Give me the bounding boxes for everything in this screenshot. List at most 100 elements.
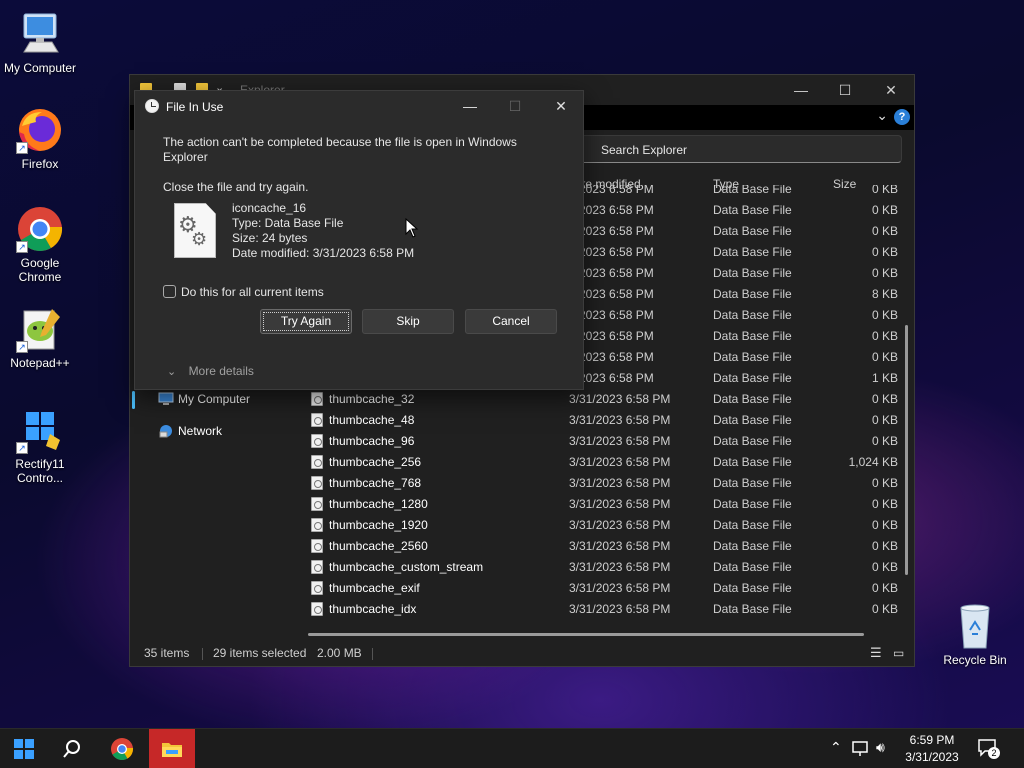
size-cell: 0 KB <box>871 329 898 343</box>
details-view-icon[interactable]: ☰ <box>870 640 888 666</box>
maximize-button[interactable]: ☐ <box>822 75 868 105</box>
size-cell: 0 KB <box>871 308 898 322</box>
horizontal-scrollbar[interactable] <box>308 633 864 636</box>
table-row[interactable]: thumbcache_1920 3/31/2023 6:58 PM Data Bas… <box>300 515 900 536</box>
type-cell: Data Base File <box>713 266 792 280</box>
file-name-cell: thumbcache_idx <box>329 602 417 616</box>
nav-item-label: My Computer <box>178 392 251 406</box>
table-row[interactable]: thumbcache_idx 3/31/2023 6:58 PM Data Base… <box>300 599 900 620</box>
type-cell: Data Base File <box>713 329 792 343</box>
dialog-instruction: Close the file and try again. <box>163 180 309 194</box>
file-icon <box>311 476 323 490</box>
file-icon <box>311 581 323 595</box>
tiles-view-icon[interactable]: ▭ <box>893 640 907 666</box>
notepad-plus-plus-icon: ↗ <box>16 305 64 353</box>
apply-to-all-label[interactable]: Do this for all current items <box>181 284 324 300</box>
dialog-minimize-button[interactable]: — <box>447 93 493 119</box>
size-cell: 0 KB <box>871 203 898 217</box>
file-icon <box>311 434 323 448</box>
table-row[interactable]: thumbcache_2560 3/31/2023 6:58 PM Data Bas… <box>300 536 900 557</box>
nav-item-my-computer[interactable]: My Computer <box>136 388 286 410</box>
clock-icon <box>145 99 159 113</box>
clock-date[interactable]: 3/31/2023 <box>900 750 964 764</box>
date-modified-cell: 3/31/2023 6:58 PM <box>569 434 671 448</box>
size-cell: 0 KB <box>871 434 898 448</box>
dialog-message: The action can't be completed because th… <box>163 135 517 164</box>
item-count: 35 items <box>144 646 190 660</box>
taskbar-chrome[interactable] <box>102 729 142 768</box>
file-icon <box>311 413 323 427</box>
table-row[interactable]: thumbcache_32 3/31/2023 6:58 PM Data Base … <box>300 389 900 410</box>
chevron-down-icon: ⌄ <box>167 366 177 378</box>
size-cell: 0 KB <box>871 518 898 532</box>
chrome-icon <box>111 738 134 760</box>
search-input[interactable] <box>601 141 881 159</box>
try-again-button[interactable]: Try Again <box>260 309 352 334</box>
desktop-icon-notepad-plus-plus[interactable]: ↗ Notepad++ <box>0 305 80 370</box>
minimize-button[interactable]: — <box>778 75 824 105</box>
size-cell: 0 KB <box>871 350 898 364</box>
dialog-close-button[interactable]: ✕ <box>538 93 584 119</box>
table-row[interactable]: thumbcache_96 3/31/2023 6:58 PM Data Base … <box>300 431 900 452</box>
start-button[interactable] <box>4 729 44 768</box>
file-name-cell: thumbcache_1280 <box>329 497 428 511</box>
type-cell: Data Base File <box>713 413 792 427</box>
show-hidden-icons-chevron-icon[interactable]: ⌃ <box>830 739 842 756</box>
desktop-icon-label: Notepad++ <box>10 356 70 370</box>
shortcut-arrow-icon: ↗ <box>16 241 28 253</box>
table-row[interactable]: thumbcache_1280 3/31/2023 6:58 PM Data Bas… <box>300 494 900 515</box>
selected-count: 29 items selected <box>213 646 307 660</box>
file-explorer-icon <box>162 743 182 757</box>
gear-icon: ⚙ <box>191 229 208 249</box>
file-name-cell: thumbcache_1920 <box>329 518 428 532</box>
nav-item-network[interactable]: Network <box>136 420 286 442</box>
size-cell: 0 KB <box>871 245 898 259</box>
notification-center-button[interactable]: 2 <box>976 737 1002 761</box>
table-row[interactable]: thumbcache_custom_stream 3/31/2023 6:58 P… <box>300 557 900 578</box>
more-details-toggle[interactable]: ⌄ More details <box>167 364 254 378</box>
size-cell: 0 KB <box>871 224 898 238</box>
table-row[interactable]: thumbcache_256 3/31/2023 6:58 PM Data Base… <box>300 452 900 473</box>
file-modified: Date modified: 3/31/2023 6:58 PM <box>232 246 415 260</box>
search-box[interactable] <box>580 135 902 163</box>
expand-ribbon-chevron-icon[interactable]: ⌄ <box>876 107 888 124</box>
file-in-use-dialog: File In Use — ☐ ✕ The action can't be co… <box>134 90 584 390</box>
apply-to-all-checkbox[interactable] <box>163 285 176 298</box>
shortcut-arrow-icon: ↗ <box>16 442 28 454</box>
file-name-cell: thumbcache_256 <box>329 455 422 469</box>
computer-icon <box>16 10 64 58</box>
volume-icon[interactable]: 🔊︎ <box>876 739 885 756</box>
type-cell: Data Base File <box>713 581 792 595</box>
type-cell: Data Base File <box>713 602 792 616</box>
type-cell: Data Base File <box>713 518 792 532</box>
clock-time[interactable]: 6:59 PM <box>900 733 964 747</box>
type-cell: Data Base File <box>713 392 792 406</box>
cancel-button[interactable]: Cancel <box>465 309 557 334</box>
table-row[interactable]: thumbcache_exif 3/31/2023 6:58 PM Data Bas… <box>300 578 900 599</box>
size-cell: 1 KB <box>871 371 898 385</box>
table-row[interactable]: thumbcache_48 3/31/2023 6:58 PM Data Base … <box>300 410 900 431</box>
help-icon[interactable]: ? <box>894 109 910 125</box>
windows-logo-icon <box>14 739 34 759</box>
desktop-icon-google-chrome[interactable]: ↗ Google Chrome <box>0 205 80 284</box>
file-icon <box>311 560 323 574</box>
type-cell: Data Base File <box>713 539 792 553</box>
desktop-icon-firefox[interactable]: ↗ Firefox <box>0 106 80 171</box>
vertical-scrollbar[interactable] <box>905 325 908 575</box>
size-cell: 0 KB <box>871 581 898 595</box>
file-icon <box>311 539 323 553</box>
size-cell: 0 KB <box>871 266 898 280</box>
file-name-cell: thumbcache_48 <box>329 413 415 427</box>
close-button[interactable]: ✕ <box>868 75 914 105</box>
desktop-icon-my-computer[interactable]: My Computer <box>0 10 80 75</box>
search-button[interactable] <box>52 729 92 768</box>
desktop-icon-label: Firefox <box>21 157 59 171</box>
skip-button[interactable]: Skip <box>362 309 454 334</box>
desktop-icon-rectify11[interactable]: ↗ Rectify11 Contro... <box>0 406 80 485</box>
desktop-icon-recycle-bin[interactable]: Recycle Bin <box>935 602 1015 667</box>
table-row[interactable]: thumbcache_768 3/31/2023 6:58 PM Data Base… <box>300 473 900 494</box>
network-status-icon[interactable] <box>852 741 870 757</box>
rectify11-icon: ↗ <box>16 406 64 454</box>
type-cell: Data Base File <box>713 224 792 238</box>
taskbar-file-explorer[interactable] <box>149 729 195 768</box>
